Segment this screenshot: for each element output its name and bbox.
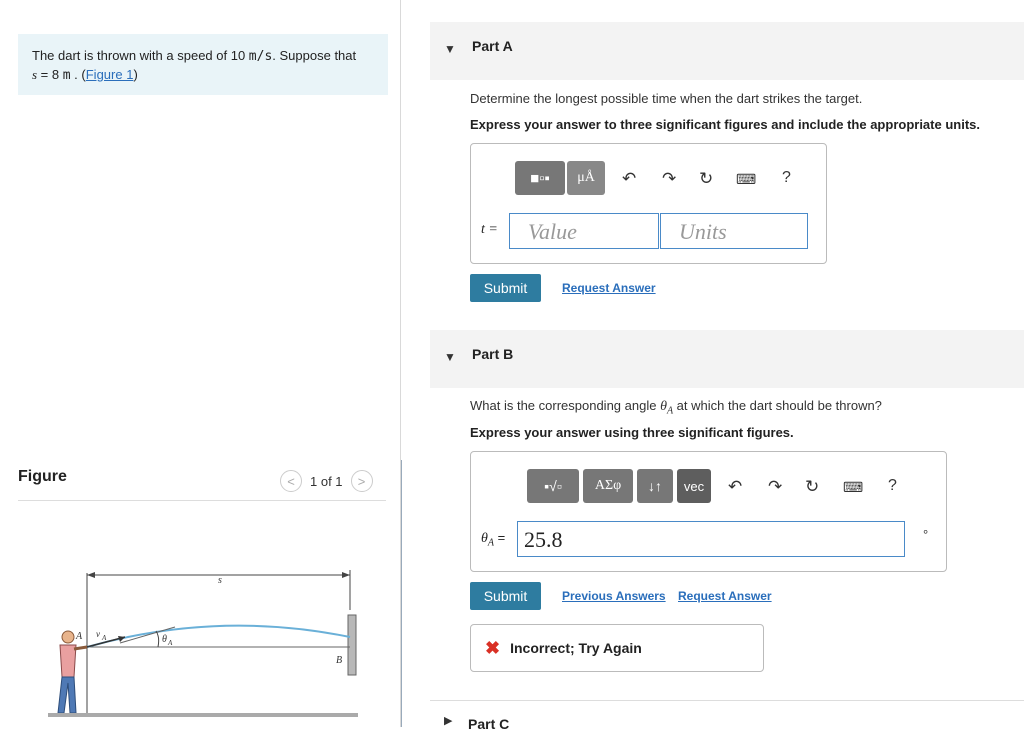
part-a-request-answer-link[interactable]: Request Answer [562, 281, 656, 295]
undo-icon[interactable]: ↶ [622, 169, 636, 189]
intro-text: The dart is thrown with a speed of 10 [32, 48, 249, 63]
label-theta: θ [162, 634, 167, 645]
units-button[interactable]: μÅ [567, 161, 605, 195]
sqrt-icon: ▪√▫ [544, 478, 562, 494]
part-a-header[interactable]: ▼ Part A [430, 22, 1024, 80]
panel-divider-accent [401, 460, 402, 727]
redo-icon[interactable]: ↷ [662, 169, 676, 189]
keyboard-icon[interactable]: ⌨ [843, 479, 863, 496]
eq-value: = 8 [37, 67, 63, 82]
prev-figure-button[interactable]: < [280, 470, 302, 492]
theta-var: θ [481, 531, 488, 546]
keyboard-icon[interactable]: ⌨ [736, 171, 756, 188]
undo-icon[interactable]: ↶ [728, 477, 742, 497]
units-input[interactable]: Units [660, 213, 808, 249]
part-c-label[interactable]: Part C [468, 716, 509, 732]
label-A: A [75, 631, 83, 642]
units-label: μÅ [577, 170, 595, 185]
part-b-header[interactable]: ▼ Part B [430, 330, 1024, 388]
vec-label: vec [683, 478, 705, 494]
caret-down-icon: ▼ [444, 42, 456, 56]
figure-title: Figure [18, 468, 67, 485]
greek-button[interactable]: ΑΣφ [583, 469, 633, 503]
figure-link[interactable]: Figure 1 [86, 67, 134, 82]
part-a-answer-box: ■▫▪ μÅ ↶ ↷ ↻ ⌨ ? t = Value Units [470, 143, 827, 264]
theta-symbol: θ [660, 399, 667, 414]
part-a-label: Part A [472, 38, 513, 54]
angle-input[interactable]: 25.8 [517, 521, 905, 557]
part-b-submit-button[interactable]: Submit [470, 582, 541, 610]
question-text-end: at which the dart should be thrown? [673, 398, 882, 413]
problem-statement: The dart is thrown with a speed of 10 m/… [18, 34, 388, 95]
reset-icon[interactable]: ↻ [699, 169, 713, 189]
target-board [347, 614, 357, 676]
degree-symbol: ° [923, 527, 929, 542]
part-b-instruction: Express your answer using three signific… [470, 425, 794, 440]
part-b-label: Part B [472, 346, 514, 362]
template-button[interactable]: ■▫▪ [515, 161, 565, 195]
template-sqrt-button[interactable]: ▪√▫ [527, 469, 579, 503]
unit-m: m [62, 68, 71, 83]
greek-label: ΑΣφ [594, 478, 622, 493]
intro-dot: . ( [70, 67, 86, 82]
t-label: t = [481, 222, 498, 237]
label-vA: v [96, 629, 100, 639]
figure-page-count: 1 of 1 [310, 473, 343, 489]
part-c-rule [430, 700, 1024, 701]
help-icon[interactable]: ? [888, 477, 897, 495]
help-icon[interactable]: ? [782, 169, 791, 187]
question-text: What is the corresponding angle [470, 398, 661, 413]
label-s: s [218, 575, 222, 586]
part-a-question: Determine the longest possible time when… [470, 91, 863, 106]
part-b-request-answer-link[interactable]: Request Answer [678, 589, 772, 603]
value-input[interactable]: Value [509, 213, 659, 249]
part-b-answer-box: ▪√▫ ΑΣφ ↓↑ vec ↶ ↷ ↻ ⌨ ? θA = 25.8 ° [470, 451, 947, 572]
arrows-button[interactable]: ↓↑ [637, 469, 673, 503]
intro-text-mid: . Suppose that [272, 48, 357, 63]
part-a-submit-button[interactable]: Submit [470, 274, 541, 302]
vec-button[interactable]: vec [677, 469, 711, 503]
label-B: B [336, 655, 342, 666]
eq-sign: = [494, 530, 506, 545]
figure-pager: < 1 of 1 > [280, 470, 373, 492]
feedback-text: Incorrect; Try Again [510, 640, 642, 656]
speed-unit: m/s [248, 49, 273, 64]
next-figure-button[interactable]: > [350, 470, 373, 492]
dart-figure: s A v A θ A B [40, 565, 360, 725]
part-a-instruction: Express your answer to three significant… [470, 117, 980, 132]
previous-answers-link[interactable]: Previous Answers [562, 589, 666, 603]
label-theta-sub: A [167, 639, 173, 647]
theta-a-label: θA = [481, 530, 505, 549]
intro-close: ) [133, 67, 138, 82]
label-vA-sub: A [101, 634, 107, 642]
caret-right-icon: ▶ [444, 715, 453, 727]
feedback-box: ✖ Incorrect; Try Again [470, 624, 764, 672]
caret-down-icon: ▼ [444, 350, 456, 364]
part-b-question: What is the corresponding angle θA at wh… [470, 398, 882, 417]
close-x-icon: ✖ [485, 637, 501, 658]
reset-icon[interactable]: ↻ [805, 477, 819, 497]
arrows-label: ↓↑ [648, 478, 662, 494]
figure-rule [18, 500, 386, 501]
template-icon: ■▫▪ [530, 169, 550, 187]
redo-icon[interactable]: ↷ [768, 477, 782, 497]
